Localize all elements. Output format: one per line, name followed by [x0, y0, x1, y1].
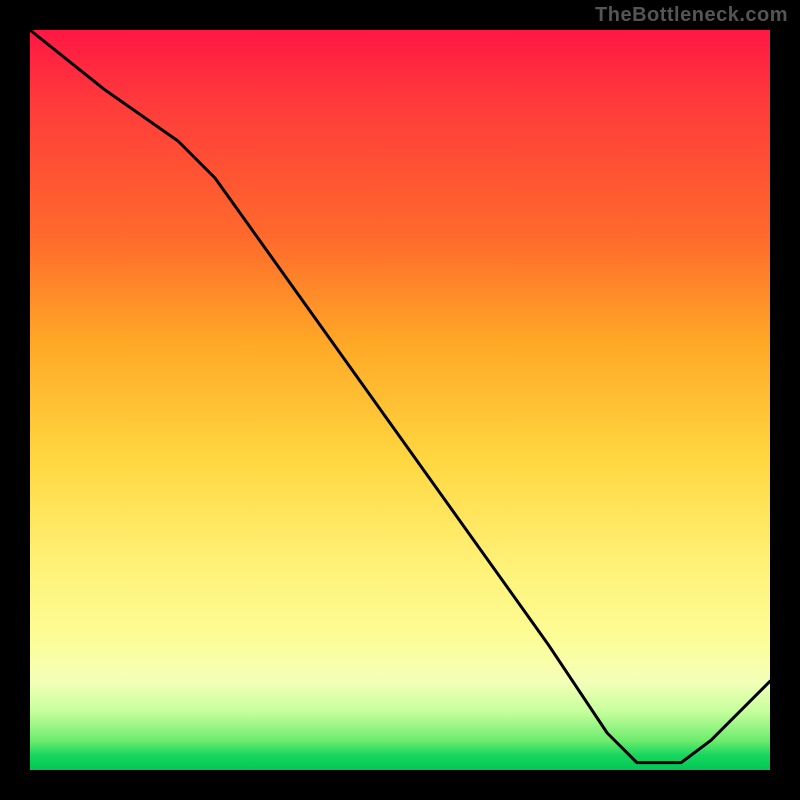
- watermark-text: TheBottleneck.com: [595, 4, 788, 27]
- plot-area: [30, 30, 770, 770]
- chart-frame: TheBottleneck.com: [0, 0, 800, 800]
- bottleneck-curve: [30, 30, 770, 770]
